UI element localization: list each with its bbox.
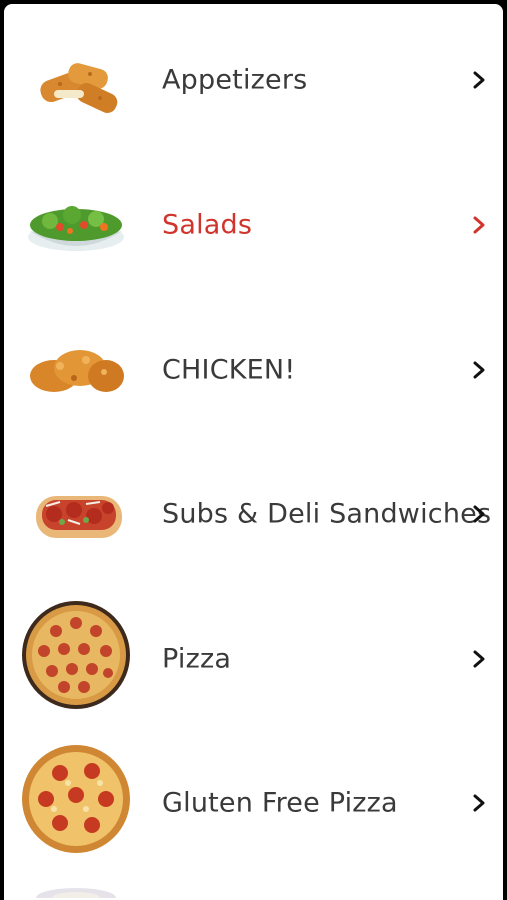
gluten-free-pizza-icon — [22, 745, 130, 853]
menu-item-subs[interactable]: Subs & Deli Sandwiches — [4, 442, 503, 586]
mozzarella-sticks-icon — [40, 63, 118, 113]
menu-item-label: Gluten Free Pizza — [162, 787, 398, 819]
menu-item-label: Salads — [162, 209, 253, 241]
menu-item-appetizers[interactable]: Appetizers — [4, 8, 503, 152]
menu-item-chicken[interactable]: CHICKEN! — [4, 298, 503, 442]
chevron-right-icon — [473, 794, 485, 812]
chevron-right-icon — [473, 216, 485, 234]
menu-item-label: CHICKEN! — [162, 354, 296, 386]
chevron-right-icon — [473, 650, 485, 668]
fried-chicken-icon — [30, 350, 124, 392]
menu-screen: Appetizers Salads CHICKEN! Subs & Deli S… — [4, 4, 503, 900]
menu-item-label: Pizza — [162, 643, 232, 675]
pepperoni-pizza-icon — [22, 601, 130, 709]
device-frame: Appetizers Salads CHICKEN! Subs & Deli S… — [0, 0, 507, 900]
menu-item-label: Appetizers — [162, 64, 308, 96]
menu-item-gluten-free-pizza[interactable]: Gluten Free Pizza — [4, 731, 503, 875]
next-item-thumb-icon — [36, 888, 116, 898]
salad-bowl-icon — [28, 206, 124, 251]
chevron-right-icon — [473, 71, 485, 89]
menu-item-label: Subs & Deli Sandwiches — [162, 498, 492, 530]
menu-item-next-partial[interactable] — [4, 876, 503, 898]
menu-item-pizza[interactable]: Pizza — [4, 587, 503, 731]
menu-item-salads[interactable]: Salads — [4, 153, 503, 297]
sub-sandwich-icon — [36, 496, 122, 538]
chevron-right-icon — [473, 505, 485, 523]
chevron-right-icon — [473, 361, 485, 379]
